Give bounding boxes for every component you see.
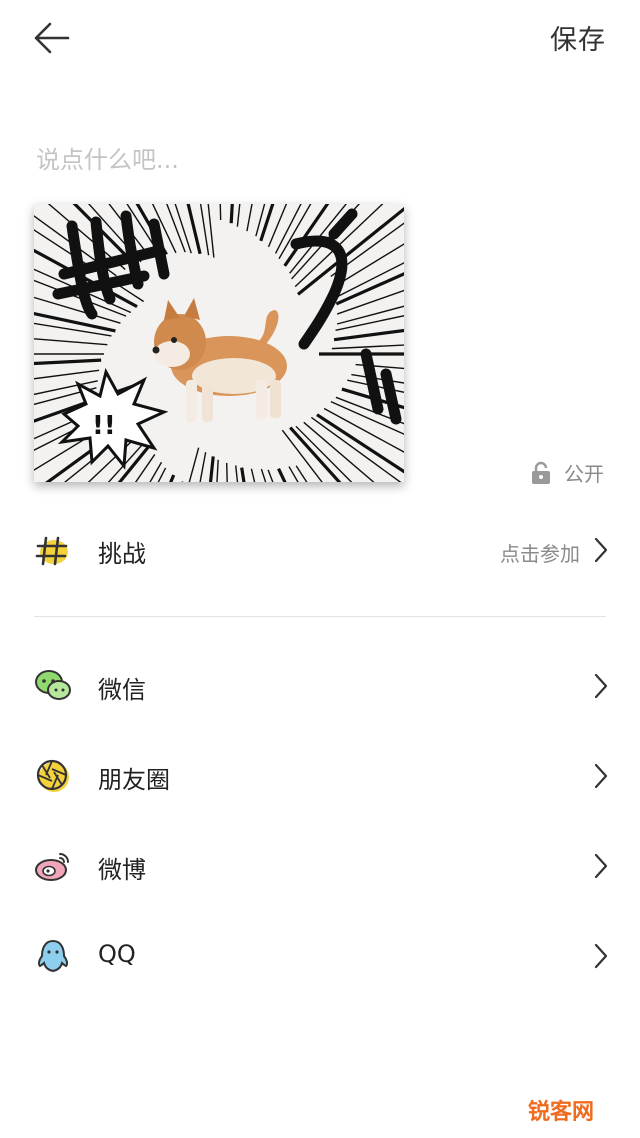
manga-dog-image: !! <box>34 204 404 482</box>
back-arrow-icon <box>34 22 70 54</box>
challenge-label: 挑战 <box>98 540 146 568</box>
weibo-icon <box>35 853 69 881</box>
chevron-right-icon <box>594 763 608 789</box>
share-row-weibo[interactable]: 微博 <box>0 830 640 900</box>
media-thumbnail[interactable]: !! <box>34 204 404 482</box>
chevron-right-icon <box>594 853 608 879</box>
caption-input[interactable] <box>36 140 596 180</box>
qq-icon <box>37 939 69 973</box>
share-row-wechat[interactable]: 微信 <box>0 650 640 720</box>
share-label-wechat: 微信 <box>98 676 146 704</box>
share-label-weibo: 微博 <box>98 856 146 884</box>
chevron-right-icon <box>594 537 608 563</box>
save-button[interactable]: 保存 <box>550 18 606 57</box>
back-button[interactable] <box>28 14 76 62</box>
chevron-right-icon <box>594 673 608 699</box>
divider <box>34 616 606 617</box>
moments-icon <box>36 759 69 792</box>
unlock-icon <box>532 461 550 484</box>
share-row-moments[interactable]: 朋友圈 <box>0 740 640 810</box>
watermark-logo: 锐客网 <box>527 1100 594 1125</box>
wechat-icon <box>35 670 71 700</box>
share-row-qq[interactable]: QQ <box>0 920 640 990</box>
top-bar: 保存 <box>0 0 640 80</box>
challenge-row[interactable]: 挑战 点击参加 <box>0 514 640 584</box>
hashtag-icon <box>35 536 68 566</box>
svg-text:!!: !! <box>92 411 116 441</box>
chevron-right-icon <box>594 943 608 969</box>
visibility-selector[interactable]: 公开 <box>530 458 604 487</box>
share-label-qq: QQ <box>98 940 136 968</box>
visibility-label: 公开 <box>564 462 604 486</box>
share-label-moments: 朋友圈 <box>98 766 170 794</box>
challenge-hint: 点击参加 <box>500 542 580 566</box>
